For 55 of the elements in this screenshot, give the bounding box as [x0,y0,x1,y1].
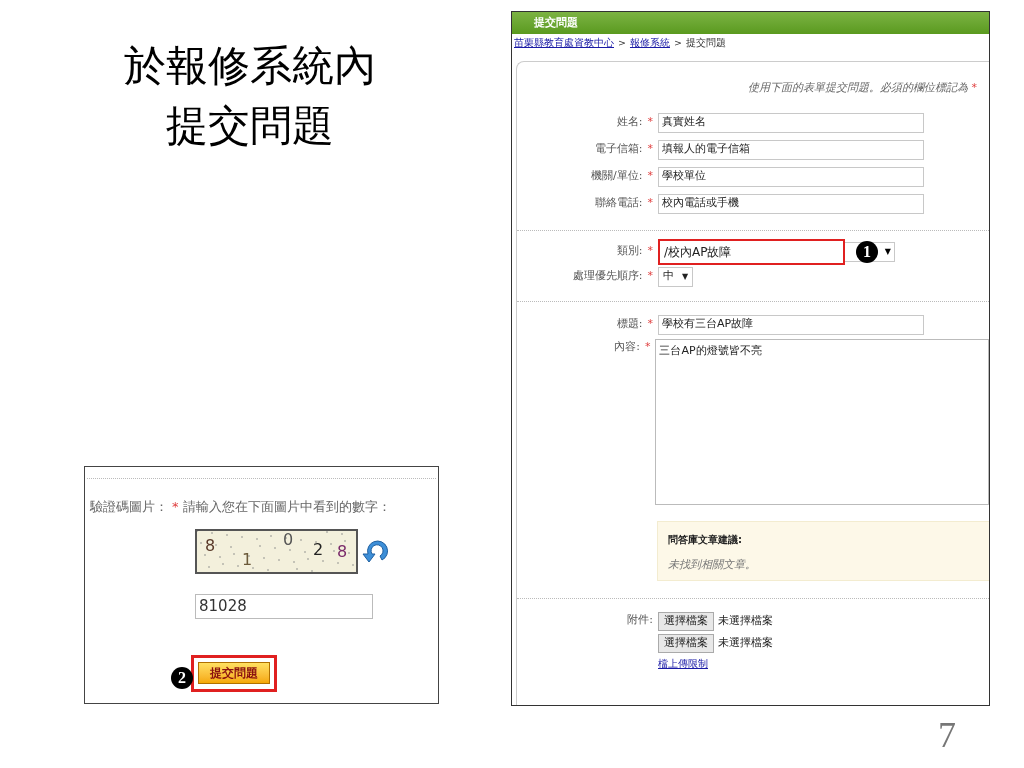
text-field[interactable]: 填報人的電子信箱 [658,139,924,160]
captcha-digit: 8 [337,542,348,561]
window-title: 提交問題 [512,12,989,34]
slide-title: 提交問題 [166,102,334,151]
priority-select[interactable]: 中 ▼ [658,266,694,287]
suggestion-heading: 問答庫文章建議: [668,532,743,547]
form-instructions: 使用下面的表單提交問題。必須的欄位標記為 [747,80,968,96]
breadcrumb-link[interactable]: 苗栗縣教育處資教中心 [514,37,614,49]
choose-file-button[interactable]: 選擇檔案 [658,633,714,653]
page-number: 7 [938,714,956,757]
required-mark: * [647,114,653,131]
required-mark: * [647,243,653,260]
required-mark: * [172,498,179,516]
captcha-digit: 0 [283,530,294,549]
breadcrumb-separator: > [618,37,626,49]
content-textarea[interactable]: 三台AP的燈號皆不亮 [655,338,989,505]
captcha-instruction: 請輸入您在下面圖片中看到的數字： [182,498,391,516]
captcha-label: 驗證碼圖片： [90,498,168,516]
captcha-digit: 2 [313,540,324,559]
field-label: 內容: [614,338,640,355]
required-mark: * [647,268,653,285]
subject-field[interactable]: 學校有三台AP故障 [658,314,924,335]
file-status: 未選擇檔案 [718,612,773,629]
field-label: 標題: [616,316,643,333]
callout-number: 2 [171,667,193,689]
choose-file-button[interactable]: 選擇檔案 [658,611,714,631]
text-field[interactable]: 真實姓名 [658,112,924,133]
field-label: 附件: [627,611,653,628]
required-mark: * [971,80,977,96]
required-mark: * [644,338,651,355]
dropdown-arrow[interactable]: ▼ [884,245,891,258]
file-status: 未選擇檔案 [718,634,773,651]
captcha-digit: 8 [205,536,216,555]
required-mark: * [647,195,653,212]
upload-limit-link[interactable]: 檔上傳限制 [658,655,773,671]
callout-number: 1 [856,240,878,263]
required-mark: * [647,168,653,185]
field-label: 姓名: [616,114,643,131]
breadcrumb-separator: > [673,37,682,49]
slide-title: 於報修系統內 [124,42,376,91]
field-label: 機關/單位: [591,168,643,185]
captcha-digit: 1 [242,550,253,569]
field-label: 類別: [616,243,643,260]
field-label: 聯絡電話: [594,195,643,212]
field-label: 處理優先順序: [572,268,643,285]
text-field[interactable]: 校內電話或手機 [658,193,924,214]
required-mark: * [647,316,653,333]
breadcrumb-current: 提交問題 [685,37,726,49]
suggestion-text: 未找到相關文章。 [668,556,757,573]
captcha-input[interactable]: 81028 [195,593,373,619]
submit-button[interactable]: 提交問題 [198,662,270,684]
required-mark: * [647,141,653,158]
field-label: 電子信箱: [594,141,643,158]
text-field[interactable]: 學校單位 [658,166,924,187]
breadcrumb-link[interactable]: 報修系統 [629,37,670,49]
